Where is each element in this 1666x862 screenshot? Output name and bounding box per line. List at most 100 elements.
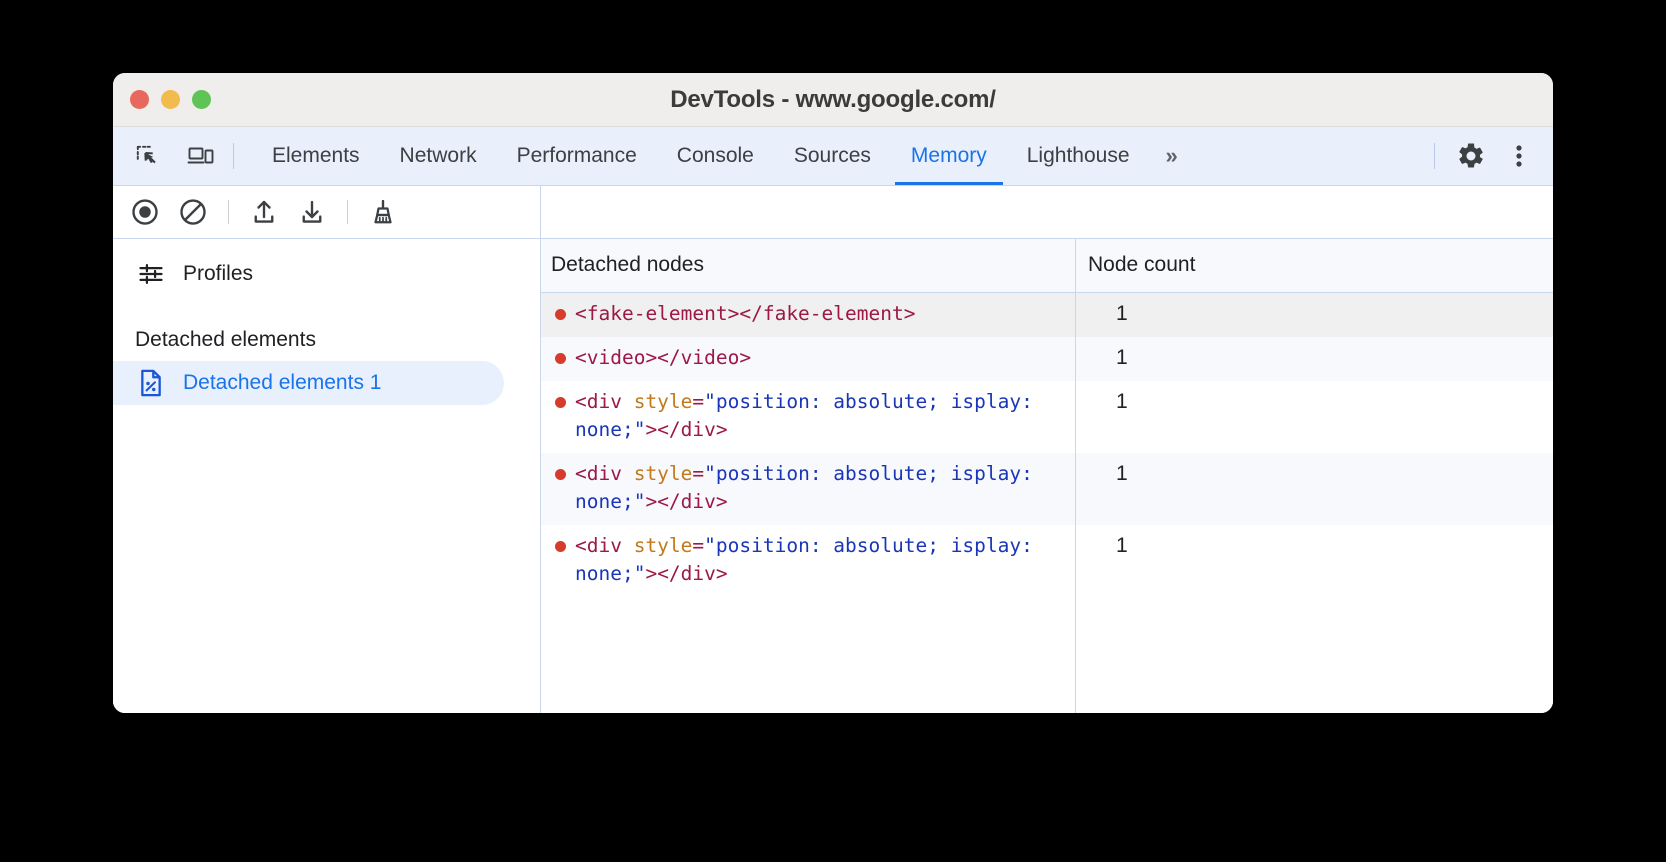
detached-elements-panel: Detached nodes Node count <fake-element>…	[541, 186, 1553, 713]
tabstrip-left-tools	[113, 127, 223, 185]
profiles-sliders-icon	[137, 260, 165, 288]
memory-toolbar-divider-2	[347, 200, 348, 224]
detached-node-cell[interactable]: <div style="position: absolute; isplay: …	[541, 381, 1076, 453]
tabstrip-right-tools	[1424, 127, 1553, 185]
column-header-node-count[interactable]: Node count	[1076, 239, 1554, 293]
node-token-tag: ></div>	[645, 562, 727, 585]
table-header: Detached nodes Node count	[541, 239, 1553, 293]
maximize-button[interactable]	[192, 90, 211, 109]
detached-node-bullet-icon	[555, 309, 566, 320]
devtools-window: DevTools - www.google.com/	[113, 73, 1553, 713]
minimize-button[interactable]	[161, 90, 180, 109]
tab-performance[interactable]: Performance	[497, 127, 657, 185]
node-token-attr: style	[634, 390, 693, 413]
detached-elements-file-icon	[137, 368, 165, 398]
detached-node-cell[interactable]: <video></video>	[541, 337, 1076, 381]
tab-sources[interactable]: Sources	[774, 127, 891, 185]
tab-elements[interactable]: Elements	[252, 127, 380, 185]
node-count-cell: 1	[1076, 525, 1554, 597]
collect-garbage-button[interactable]	[361, 190, 405, 234]
node-token-attr: style	[634, 462, 693, 485]
more-options-kebab-icon	[1507, 142, 1531, 170]
node-token-punct: =	[692, 390, 704, 413]
detached-node-bullet-icon	[555, 353, 566, 364]
node-token-attr: style	[634, 534, 693, 557]
traffic-light-buttons	[130, 73, 211, 126]
tabstrip-right-divider	[1434, 143, 1435, 169]
node-token-punct: =	[692, 462, 704, 485]
detached-node-cell[interactable]: <div style="position: absolute; isplay: …	[541, 453, 1076, 525]
table-filler-row	[541, 597, 1553, 713]
table-row[interactable]: <video></video> 1	[541, 337, 1553, 381]
tab-label: Elements	[272, 144, 360, 168]
clear-profiles-button[interactable]	[171, 190, 215, 234]
tab-label: Lighthouse	[1027, 144, 1130, 168]
record-button[interactable]	[123, 190, 167, 234]
more-tabs-button[interactable]: »	[1150, 127, 1194, 185]
load-profile-button[interactable]	[242, 190, 286, 234]
table-filler-cell	[1076, 597, 1554, 713]
detached-node-bullet-icon	[555, 397, 566, 408]
chevron-double-right-icon: »	[1166, 143, 1178, 169]
tabstrip-divider	[233, 143, 234, 169]
table-filler-cell	[541, 597, 1076, 713]
tab-label: Memory	[911, 144, 987, 168]
tab-memory[interactable]: Memory	[891, 127, 1007, 185]
tab-label: Performance	[517, 144, 637, 168]
window-titlebar: DevTools - www.google.com/	[113, 73, 1553, 127]
table-row[interactable]: <fake-element></fake-element> 1	[541, 293, 1553, 338]
upload-arrow-icon	[249, 197, 279, 227]
tab-console[interactable]: Console	[657, 127, 774, 185]
node-token-tag: <fake-element></fake-element>	[575, 302, 915, 325]
detached-nodes-table-wrap[interactable]: Detached nodes Node count <fake-element>…	[541, 239, 1553, 713]
tab-lighthouse[interactable]: Lighthouse	[1007, 127, 1150, 185]
tab-label: Sources	[794, 144, 871, 168]
save-profile-button[interactable]	[290, 190, 334, 234]
sidebar-item-detached-elements-1[interactable]: Detached elements 1	[113, 361, 504, 405]
detached-elements-section-title: Detached elements	[113, 325, 540, 355]
close-button[interactable]	[130, 90, 149, 109]
screenshot-root: DevTools - www.google.com/	[0, 0, 1666, 862]
table-body: <fake-element></fake-element>1<video></v…	[541, 293, 1553, 714]
devtools-tabstrip: Elements Network Performance Console Sou…	[113, 127, 1553, 186]
table-header-row: Detached nodes Node count	[541, 239, 1553, 293]
detached-node-bullet-icon	[555, 541, 566, 552]
table-row[interactable]: <div style="position: absolute; isplay: …	[541, 381, 1553, 453]
device-toolbar-button[interactable]	[179, 134, 223, 178]
settings-gear-icon	[1456, 141, 1486, 171]
settings-button[interactable]	[1449, 134, 1493, 178]
table-row[interactable]: <div style="position: absolute; isplay: …	[541, 525, 1553, 597]
detached-nodes-table: Detached nodes Node count <fake-element>…	[541, 239, 1553, 713]
profiles-tree: Profiles Detached elements	[113, 239, 540, 713]
no-entry-clear-icon	[178, 197, 208, 227]
node-token-tag: <video></video>	[575, 346, 751, 369]
detached-node-bullet-icon	[555, 469, 566, 480]
memory-toolbar-divider-1	[228, 200, 229, 224]
device-toolbar-icon	[187, 143, 215, 169]
node-token-punct: =	[692, 534, 704, 557]
node-count-cell: 1	[1076, 453, 1554, 525]
table-row[interactable]: <div style="position: absolute; isplay: …	[541, 453, 1553, 525]
memory-toolbar	[113, 186, 540, 239]
column-header-detached-nodes[interactable]: Detached nodes	[541, 239, 1076, 293]
tab-label: Network	[400, 144, 477, 168]
inspect-element-icon	[134, 143, 160, 169]
more-options-button[interactable]	[1497, 134, 1541, 178]
node-token-tag: <div	[575, 462, 634, 485]
download-arrow-icon	[297, 197, 327, 227]
node-count-cell: 1	[1076, 337, 1554, 381]
tab-label: Console	[677, 144, 754, 168]
broom-icon	[368, 197, 398, 227]
window-title: DevTools - www.google.com/	[113, 86, 1553, 114]
node-token-tag: ></div>	[645, 490, 727, 513]
tab-network[interactable]: Network	[380, 127, 497, 185]
devtools-body: Profiles Detached elements	[113, 186, 1553, 713]
profiles-root-row[interactable]: Profiles	[113, 251, 540, 297]
node-token-tag: ></div>	[645, 418, 727, 441]
inspect-element-button[interactable]	[125, 134, 169, 178]
detached-node-cell[interactable]: <div style="position: absolute; isplay: …	[541, 525, 1076, 597]
sidebar-item-label: Detached elements 1	[183, 371, 381, 395]
detached-node-cell[interactable]: <fake-element></fake-element>	[541, 293, 1076, 338]
node-count-cell: 1	[1076, 381, 1554, 453]
node-count-cell: 1	[1076, 293, 1554, 338]
